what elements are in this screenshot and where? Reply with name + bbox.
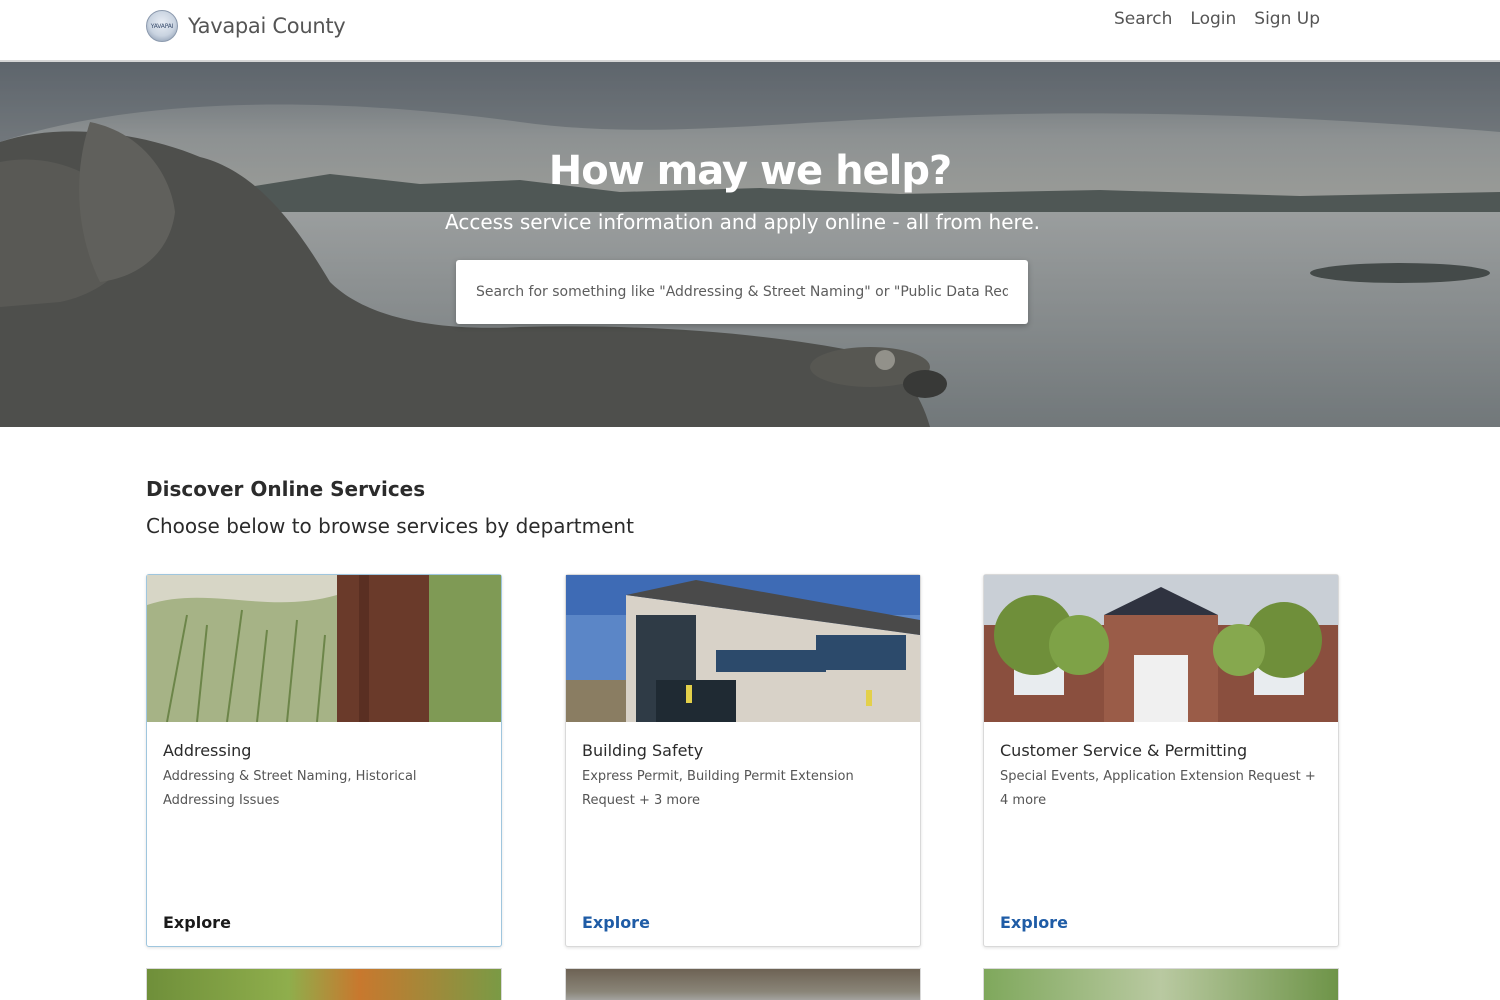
building-photo [566,575,920,722]
brand[interactable]: YAVAPAI Yavapai County [146,9,346,43]
service-search-input[interactable] [456,260,1028,324]
top-nav: Search Login Sign Up [1114,9,1320,29]
brand-name: Yavapai County [188,14,346,38]
explore-link[interactable]: Explore [1000,913,1068,932]
card-description: Special Events, Application Extension Re… [1000,769,1316,808]
explore-link[interactable]: Explore [582,913,650,932]
hero-banner: How may we help? Access service informat… [0,62,1500,427]
nav-login-link[interactable]: Login [1190,9,1236,29]
service-card-customer-service-permitting[interactable]: Customer Service & Permitting Special Ev… [983,574,1339,947]
services-section-title: Discover Online Services [146,477,426,501]
address-post-photo [147,575,501,722]
service-card-partial[interactable] [146,968,502,1000]
hero-subtitle: Access service information and apply onl… [445,210,1040,234]
service-card-building-safety[interactable]: Building Safety Express Permit, Building… [565,574,921,947]
card-description: Express Permit, Building Permit Extensio… [582,769,854,808]
service-card-partial[interactable] [565,968,921,1000]
services-section-subtitle: Choose below to browse services by depar… [146,514,634,538]
card-description: Addressing & Street Naming, Historical A… [163,769,417,808]
card-title: Building Safety [582,741,704,760]
service-card-partial[interactable] [983,968,1339,1000]
nav-signup-link[interactable]: Sign Up [1254,9,1320,29]
explore-link[interactable]: Explore [163,913,231,932]
brick-building-photo [984,575,1338,722]
seal-text: YAVAPAI [150,22,174,30]
hero-title: How may we help? [548,148,952,194]
nav-search-link[interactable]: Search [1114,9,1172,29]
service-card-addressing[interactable]: Addressing Addressing & Street Naming, H… [146,574,502,947]
card-title: Addressing [163,741,252,760]
county-seal-logo: YAVAPAI [146,10,178,42]
card-title: Customer Service & Permitting [1000,741,1248,760]
hero-overlay [0,62,1500,427]
top-navigation-bar: YAVAPAI Yavapai County Search Login Sign… [0,0,1500,62]
